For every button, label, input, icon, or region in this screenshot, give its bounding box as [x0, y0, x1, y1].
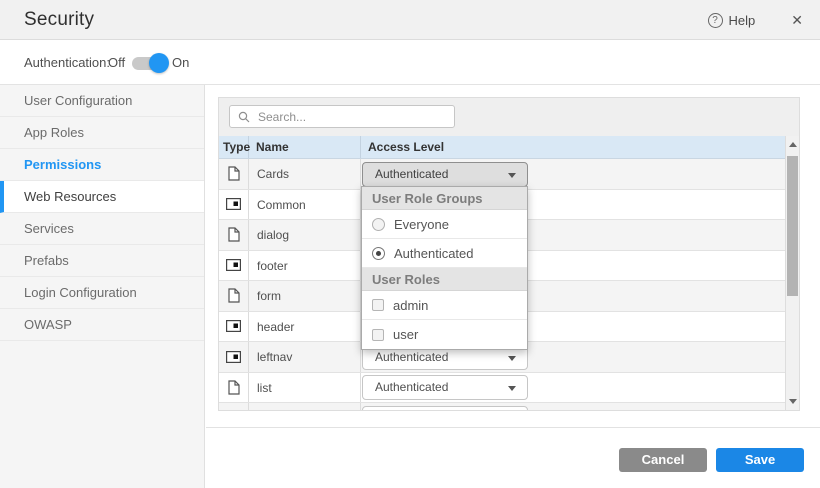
type-cell — [219, 281, 249, 311]
footer-divider — [206, 427, 820, 428]
access-cell: Authenticated — [361, 373, 785, 403]
sidebar-item-web-resources[interactable]: Web Resources — [0, 181, 204, 213]
option-label: Authenticated — [394, 246, 474, 261]
sidebar-item-app-roles[interactable]: App Roles — [0, 117, 204, 149]
select-value: Authenticated — [375, 167, 448, 181]
name-cell — [249, 403, 361, 410]
title-bar-actions: ? Help ✕ — [708, 0, 803, 40]
access-cell: Authenticated — [361, 159, 785, 189]
dropdown-group-user-role-groups: User Role Groups — [362, 187, 527, 210]
page-icon — [228, 380, 240, 395]
search-input[interactable] — [256, 109, 436, 125]
sidebar: User Configuration App Roles Permissions… — [0, 85, 205, 488]
toggle-on-label: On — [172, 55, 189, 70]
search-box[interactable] — [229, 105, 455, 128]
help-link[interactable]: Help — [729, 13, 756, 28]
name-cell: footer — [249, 251, 361, 281]
table-scrollbar[interactable] — [785, 136, 799, 410]
access-level-select[interactable] — [362, 406, 528, 411]
sidebar-item-permissions[interactable]: Permissions — [0, 149, 204, 181]
option-label: Everyone — [394, 217, 449, 232]
dropdown-option-everyone[interactable]: Everyone — [362, 210, 527, 239]
access-cell — [361, 403, 785, 410]
name-cell: form — [249, 281, 361, 311]
column-header-access-level: Access Level — [361, 136, 785, 158]
help-icon[interactable]: ? — [708, 13, 723, 28]
sidebar-item-owasp[interactable]: OWASP — [0, 309, 204, 341]
partial-icon — [226, 259, 241, 271]
dropdown-group-user-roles: User Roles — [362, 268, 527, 291]
select-value: Authenticated — [375, 380, 448, 394]
table-row: list Authenticated — [219, 373, 785, 404]
option-label: admin — [393, 298, 428, 313]
scroll-up-icon[interactable] — [789, 142, 797, 147]
authentication-label: Authentication: — [24, 55, 110, 70]
dropdown-option-user[interactable]: user — [362, 320, 527, 349]
type-cell — [219, 403, 249, 410]
column-header-type: Type — [219, 136, 249, 158]
close-icon[interactable]: ✕ — [791, 12, 803, 29]
dropdown-option-authenticated[interactable]: Authenticated — [362, 239, 527, 268]
save-button[interactable]: Save — [716, 448, 804, 472]
select-value: Authenticated — [375, 350, 448, 364]
authentication-toggle[interactable] — [132, 57, 166, 70]
sidebar-item-user-configuration[interactable]: User Configuration — [0, 85, 204, 117]
partial-icon — [226, 320, 241, 332]
scrollbar-thumb[interactable] — [787, 156, 798, 296]
chevron-down-icon — [508, 386, 516, 391]
checkbox-icon[interactable] — [372, 299, 384, 311]
cancel-button[interactable]: Cancel — [619, 448, 707, 472]
type-cell — [219, 190, 249, 220]
table-row-partial — [219, 403, 785, 410]
column-header-name: Name — [249, 136, 361, 158]
authentication-bar: Authentication: Off On — [0, 41, 820, 85]
chevron-down-icon — [508, 356, 516, 361]
access-level-select[interactable]: Authenticated — [362, 375, 528, 400]
type-cell — [219, 312, 249, 342]
sidebar-item-prefabs[interactable]: Prefabs — [0, 245, 204, 277]
radio-checked-icon[interactable] — [372, 247, 385, 260]
type-cell — [219, 159, 249, 189]
name-cell: dialog — [249, 220, 361, 250]
name-cell: Common — [249, 190, 361, 220]
sidebar-item-services[interactable]: Services — [0, 213, 204, 245]
grid-toolbar — [219, 98, 799, 136]
access-level-dropdown-panel: User Role Groups Everyone Authenticated … — [361, 186, 528, 350]
type-cell — [219, 251, 249, 281]
name-cell: Cards — [249, 159, 361, 189]
type-cell — [219, 373, 249, 403]
checkbox-icon[interactable] — [372, 329, 384, 341]
page-icon — [228, 166, 240, 181]
chevron-down-icon — [508, 173, 516, 178]
page-title: Security — [24, 9, 94, 31]
name-cell: leftnav — [249, 342, 361, 372]
radio-icon[interactable] — [372, 218, 385, 231]
search-icon — [238, 111, 250, 123]
type-cell — [219, 342, 249, 372]
title-bar: Security ? Help ✕ — [0, 0, 820, 40]
type-cell — [219, 220, 249, 250]
dropdown-option-admin[interactable]: admin — [362, 291, 527, 320]
page-icon — [228, 227, 240, 242]
table-row: Cards Authenticated — [219, 159, 785, 190]
partial-icon — [226, 198, 241, 210]
name-cell: list — [249, 373, 361, 403]
partial-icon — [226, 351, 241, 363]
table-header: Type Name Access Level — [219, 136, 785, 159]
access-level-select-open[interactable]: Authenticated — [362, 162, 528, 187]
scroll-down-icon[interactable] — [789, 399, 797, 404]
option-label: user — [393, 327, 418, 342]
page-icon — [228, 288, 240, 303]
name-cell: header — [249, 312, 361, 342]
toggle-knob[interactable] — [149, 53, 169, 73]
security-dialog: Security ? Help ✕ Authentication: Off On… — [0, 0, 820, 488]
sidebar-item-login-configuration[interactable]: Login Configuration — [0, 277, 204, 309]
toggle-off-label: Off — [108, 55, 125, 70]
